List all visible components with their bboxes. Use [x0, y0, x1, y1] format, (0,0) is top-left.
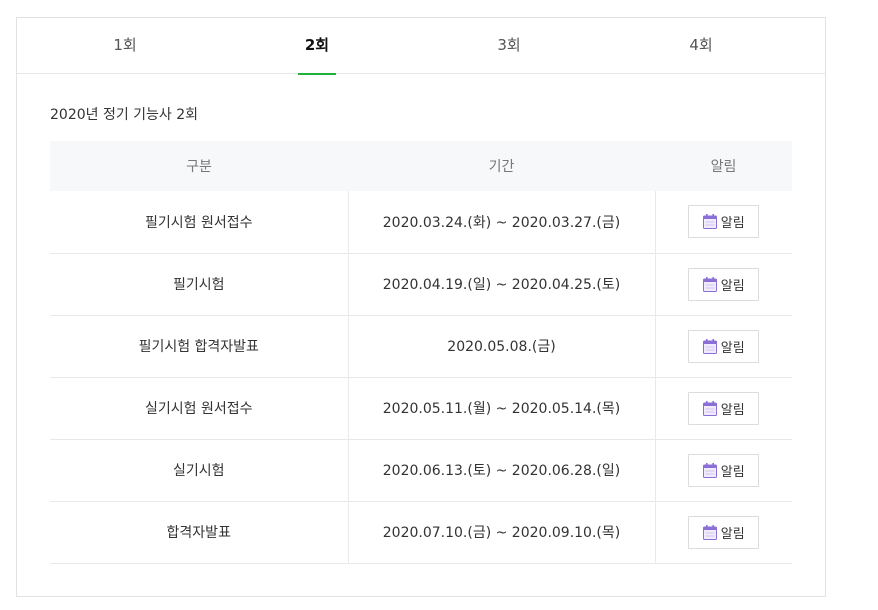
- row-alarm-cell: 알림: [655, 439, 792, 501]
- tab-round-4[interactable]: 4회: [641, 18, 761, 74]
- row-alarm-cell: 알림: [655, 191, 792, 253]
- schedule-panel: 1회 2회 3회 4회 2020년 정기 기능사 2회 구분 기간 알림 필기시…: [16, 17, 826, 597]
- table-row: 합격자발표 2020.07.10.(금) ~ 2020.09.10.(목) 알림: [50, 501, 792, 563]
- header-period: 기간: [488, 159, 515, 175]
- row-period: 2020.06.13.(토) ~ 2020.06.28.(일): [347, 439, 656, 501]
- alarm-button[interactable]: 알림: [688, 515, 760, 549]
- calendar-icon: [702, 462, 717, 478]
- row-category: 실기시험: [172, 463, 225, 479]
- row-category: 실기시험 원서접수: [145, 401, 253, 417]
- table-row: 필기시험 원서접수 2020.03.24.(화) ~ 2020.03.27.(금…: [50, 191, 792, 253]
- row-period: 2020.05.11.(월) ~ 2020.05.14.(목): [347, 377, 656, 439]
- alarm-button-label: 알림: [720, 402, 745, 418]
- row-category: 필기시험 원서접수: [145, 214, 253, 231]
- schedule-table: 구분 기간 알림 필기시험 원서접수 2020.03.24.(화) ~ 2020…: [50, 141, 792, 564]
- row-category: 필기시험: [172, 277, 225, 293]
- alarm-button[interactable]: 알림: [688, 391, 760, 425]
- alarm-button[interactable]: 알림: [688, 329, 760, 363]
- table-row: 실기시험 2020.06.13.(토) ~ 2020.06.28.(일) 알림: [50, 439, 792, 501]
- table-row: 필기시험 2020.04.19.(일) ~ 2020.04.25.(토) 알림: [50, 253, 792, 315]
- section-title: 2020년 정기 기능사 2회: [50, 107, 199, 123]
- alarm-button[interactable]: 알림: [688, 453, 760, 487]
- row-alarm-cell: 알림: [655, 377, 792, 439]
- row-period: 2020.05.08.(금): [347, 315, 656, 377]
- alarm-button[interactable]: 알림: [688, 205, 760, 239]
- tab-round-2[interactable]: 2회: [257, 18, 377, 75]
- tab-round-1[interactable]: 1회: [65, 18, 185, 74]
- alarm-button-label: 알림: [720, 526, 745, 542]
- row-alarm-cell: 알림: [655, 501, 792, 563]
- alarm-button-label: 알림: [720, 278, 745, 294]
- calendar-icon: [702, 338, 717, 354]
- row-alarm-cell: 알림: [655, 253, 792, 315]
- table-header-row: 구분 기간 알림: [50, 141, 792, 191]
- row-period: 2020.03.24.(화) ~ 2020.03.27.(금): [347, 191, 656, 253]
- round-tabs: 1회 2회 3회 4회: [17, 18, 825, 75]
- alarm-button-label: 알림: [720, 464, 745, 480]
- row-period: 2020.04.19.(일) ~ 2020.04.25.(토): [347, 253, 656, 315]
- table-row: 실기시험 원서접수 2020.05.11.(월) ~ 2020.05.14.(목…: [50, 377, 792, 439]
- calendar-icon: [702, 276, 717, 292]
- row-category: 합격자발표: [166, 525, 231, 541]
- alarm-button-label: 알림: [720, 216, 745, 232]
- row-alarm-cell: 알림: [655, 315, 792, 377]
- row-period: 2020.07.10.(금) ~ 2020.09.10.(목): [347, 501, 656, 563]
- alarm-button-label: 알림: [720, 340, 745, 356]
- header-category: 구분: [186, 159, 212, 175]
- calendar-icon: [702, 524, 717, 540]
- table-row: 필기시험 합격자발표 2020.05.08.(금) 알림: [50, 315, 792, 377]
- row-category: 필기시험 합격자발표: [138, 339, 259, 355]
- calendar-icon: [702, 214, 717, 230]
- calendar-icon: [702, 400, 717, 416]
- header-alarm: 알림: [710, 159, 737, 175]
- alarm-button[interactable]: 알림: [688, 267, 760, 301]
- page-margin: [848, 0, 878, 610]
- tab-round-3[interactable]: 3회: [449, 18, 569, 74]
